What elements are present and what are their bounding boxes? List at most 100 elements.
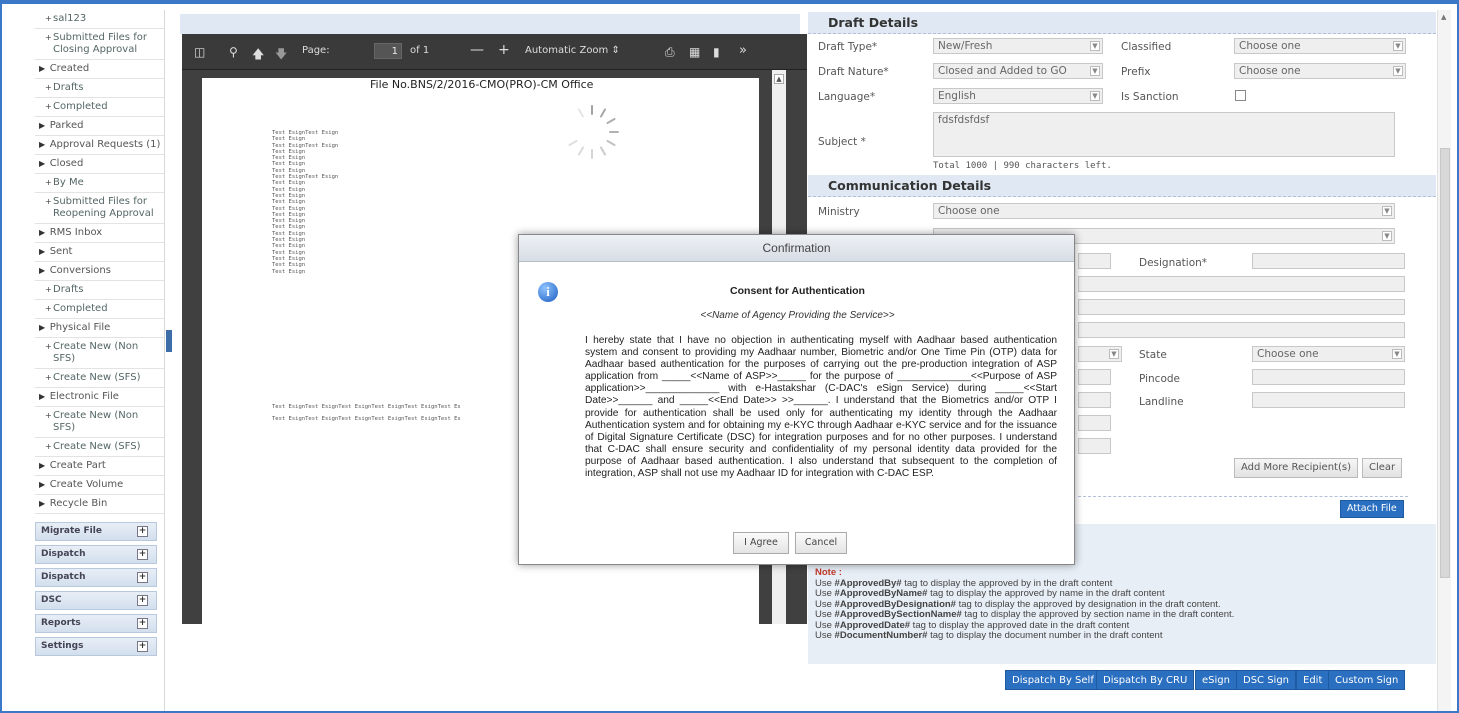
sidebar-item[interactable]: + Submitted Files for Closing Approval bbox=[35, 29, 164, 60]
note-post: tag to display the approved date in the … bbox=[910, 619, 1130, 631]
agree-button[interactable]: I Agree bbox=[733, 532, 789, 554]
expand-arrow-icon: ▶ bbox=[39, 480, 48, 489]
chevron-down-icon: ▼ bbox=[1109, 349, 1119, 359]
zoom-value: Automatic Zoom bbox=[525, 45, 609, 56]
draft-nature-select[interactable]: Closed and Added to GO ▼ bbox=[933, 63, 1103, 79]
sidebar-item[interactable]: ▶ Parked bbox=[35, 117, 164, 136]
sidebar-item-label: Closed bbox=[49, 158, 84, 169]
sidebar-item[interactable]: ▶ Electronic File bbox=[35, 388, 164, 407]
city-select[interactable]: ▼ bbox=[1078, 346, 1122, 362]
pincode-input[interactable] bbox=[1252, 369, 1405, 385]
sidebar-item[interactable]: + Create New (SFS) bbox=[35, 438, 164, 457]
accordion-header[interactable]: Dispatch + bbox=[35, 545, 157, 564]
sidebar-item-label: By Me bbox=[53, 177, 84, 188]
bullet-icon: + bbox=[45, 14, 52, 23]
language-value: English bbox=[938, 90, 976, 102]
page-scrollbar[interactable]: ▲ bbox=[1437, 10, 1451, 713]
dispatch-by-cru-button[interactable]: Dispatch By CRU bbox=[1096, 670, 1195, 690]
prefix-select[interactable]: Choose one ▼ bbox=[1234, 63, 1406, 79]
search-icon[interactable]: ⚲ bbox=[229, 45, 238, 59]
sidebar-item[interactable]: ▶ Closed bbox=[35, 155, 164, 174]
sidebar-item[interactable]: + Drafts bbox=[35, 79, 164, 98]
sidebar-item-label: Parked bbox=[49, 120, 84, 131]
cancel-button[interactable]: Cancel bbox=[795, 532, 847, 554]
sidebar-item[interactable]: ▶ Sent bbox=[35, 243, 164, 262]
sidebar-accordions: Migrate File + Dispatch + Dispatch + DSC + Repor… bbox=[35, 522, 164, 656]
expand-arrow-icon: ▶ bbox=[39, 392, 48, 401]
clear-button[interactable]: Clear bbox=[1362, 458, 1403, 478]
accordion-header[interactable]: Dispatch + bbox=[35, 568, 157, 587]
sidebar-item[interactable]: ▶ Physical File bbox=[35, 319, 164, 338]
print-icon[interactable]: ⎙ bbox=[665, 45, 675, 60]
add-more-recipients-button[interactable]: Add More Recipient(s) bbox=[1234, 458, 1358, 478]
language-select[interactable]: English ▼ bbox=[933, 88, 1103, 104]
expand-plus-icon[interactable]: + bbox=[137, 618, 148, 629]
mobile-input[interactable] bbox=[1078, 392, 1111, 408]
sidebar-item[interactable]: + Create New (Non SFS) bbox=[35, 338, 164, 369]
sidebar-item[interactable]: ▶ Approval Requests (1) bbox=[35, 136, 164, 155]
sidebar-item[interactable]: + Completed bbox=[35, 98, 164, 117]
bookmark-icon[interactable]: ▮ bbox=[713, 45, 720, 59]
bullet-icon: + bbox=[45, 83, 52, 92]
page-number-input[interactable] bbox=[374, 43, 402, 59]
address-line-1[interactable] bbox=[1078, 276, 1405, 292]
download-icon[interactable]: ▦ bbox=[689, 45, 700, 59]
accordion-label: Settings bbox=[41, 641, 84, 651]
accordion-header[interactable]: Settings + bbox=[35, 637, 157, 656]
sidebar-item[interactable]: + Submitted Files for Reopening Approval bbox=[35, 193, 164, 224]
attach-file-button[interactable]: Attach File bbox=[1340, 500, 1404, 518]
next-page-icon[interactable]: 🡇 bbox=[275, 45, 287, 66]
sidebar-item[interactable]: ▶ Create Volume bbox=[35, 476, 164, 495]
more-tools-icon[interactable]: » bbox=[739, 43, 747, 58]
accordion-header[interactable]: Reports + bbox=[35, 614, 157, 633]
sidebar-item[interactable]: + Completed bbox=[35, 300, 164, 319]
sidebar-item[interactable]: ▶ RMS Inbox bbox=[35, 224, 164, 243]
ministry-select[interactable]: Choose one ▼ bbox=[933, 203, 1395, 219]
state-select[interactable]: Choose one ▼ bbox=[1252, 346, 1405, 362]
accordion-header[interactable]: Migrate File + bbox=[35, 522, 157, 541]
scroll-up-icon[interactable]: ▲ bbox=[1441, 13, 1446, 21]
sidebar-item[interactable]: + Create New (Non SFS) bbox=[35, 407, 164, 438]
sidebar-item[interactable]: + Drafts bbox=[35, 281, 164, 300]
custom-sign-button[interactable]: Custom Sign bbox=[1328, 670, 1406, 690]
subject-textarea[interactable]: fdsfdsfdsf bbox=[933, 112, 1395, 157]
sidebar-item[interactable]: ▶ Created bbox=[35, 60, 164, 79]
zoom-select[interactable]: Automatic Zoom ⇕ bbox=[525, 45, 620, 56]
dsc-sign-button[interactable]: DSC Sign bbox=[1236, 670, 1297, 690]
sidebar-item[interactable]: ▶ Create Part bbox=[35, 457, 164, 476]
esign-button[interactable]: eSign bbox=[1195, 670, 1237, 690]
expand-plus-icon[interactable]: + bbox=[137, 549, 148, 560]
expand-plus-icon[interactable]: + bbox=[137, 641, 148, 652]
name-input[interactable] bbox=[1078, 253, 1111, 269]
is-sanction-checkbox[interactable] bbox=[1235, 90, 1246, 101]
address-line-2[interactable] bbox=[1078, 299, 1405, 315]
landline-input[interactable] bbox=[1252, 392, 1405, 408]
sidebar-item[interactable]: + sal123 bbox=[35, 10, 164, 29]
dispatch-by-self-button[interactable]: Dispatch By Self bbox=[1005, 670, 1101, 690]
email-input[interactable] bbox=[1078, 415, 1111, 431]
sidebar-toggle-icon[interactable]: ◫ bbox=[194, 45, 205, 59]
prev-page-icon[interactable]: 🡅 bbox=[252, 45, 264, 66]
accordion-header[interactable]: DSC + bbox=[35, 591, 157, 610]
district-input[interactable] bbox=[1078, 369, 1111, 385]
address-line-3[interactable] bbox=[1078, 322, 1405, 338]
sidebar-item[interactable]: + Create New (SFS) bbox=[35, 369, 164, 388]
expand-plus-icon[interactable]: + bbox=[137, 572, 148, 583]
sidebar-item[interactable]: + By Me bbox=[35, 174, 164, 193]
expand-plus-icon[interactable]: + bbox=[137, 526, 148, 537]
zoom-in-icon[interactable]: + bbox=[498, 42, 510, 58]
edit-button[interactable]: Edit bbox=[1296, 670, 1330, 690]
fax-input[interactable] bbox=[1078, 438, 1111, 454]
accordion-label: DSC bbox=[41, 595, 62, 605]
classified-select[interactable]: Choose one ▼ bbox=[1234, 38, 1406, 54]
note-post: tag to display the approved by name in t… bbox=[927, 588, 1165, 599]
expand-plus-icon[interactable]: + bbox=[137, 595, 148, 606]
draft-type-select[interactable]: New/Fresh ▼ bbox=[933, 38, 1103, 54]
scrollbar-thumb[interactable] bbox=[1440, 148, 1450, 578]
zoom-out-icon[interactable]: — bbox=[470, 42, 484, 58]
sidebar-item[interactable]: ▶ Conversions bbox=[35, 262, 164, 281]
chevron-down-icon: ▼ bbox=[1393, 66, 1403, 76]
sidebar-item[interactable]: ▶ Recycle Bin bbox=[35, 495, 164, 514]
designation-input[interactable] bbox=[1252, 253, 1405, 269]
accordion-label: Dispatch bbox=[41, 549, 86, 559]
